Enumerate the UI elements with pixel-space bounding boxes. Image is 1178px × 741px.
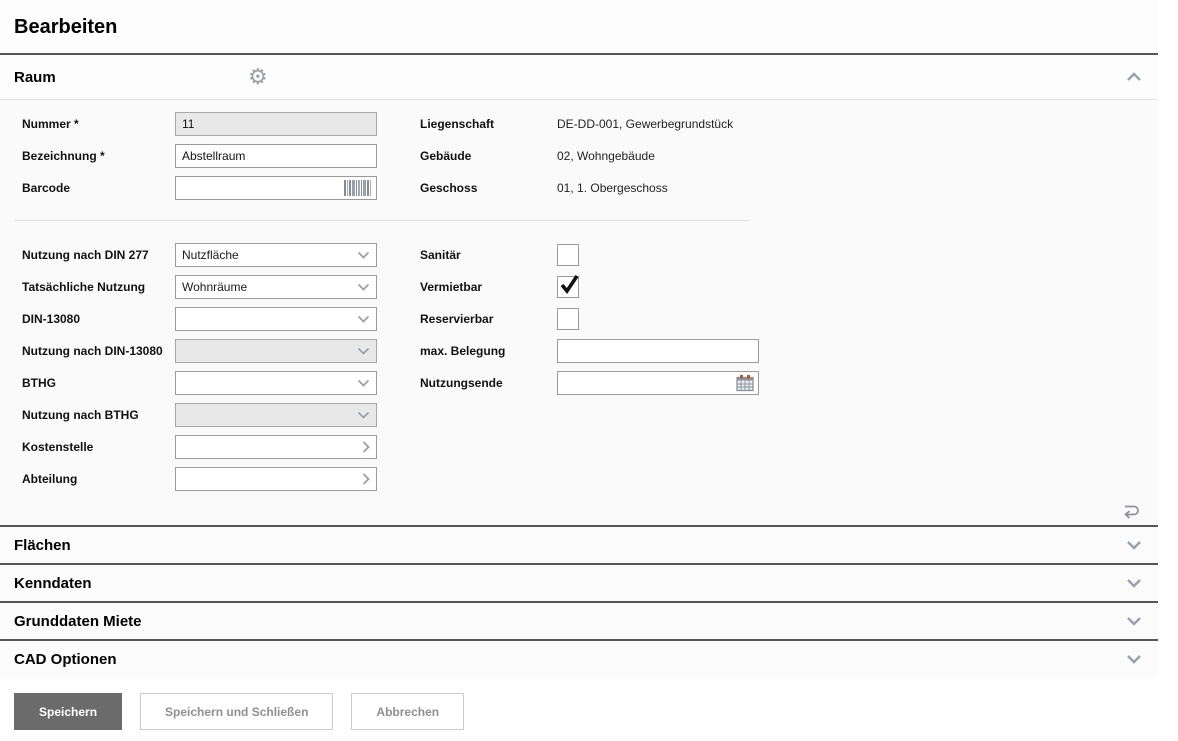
field-label: Sanitär — [420, 248, 557, 262]
barcode-icon — [344, 180, 372, 196]
kostenstelle-input[interactable] — [175, 435, 377, 459]
form-row: max. Belegung — [420, 335, 759, 367]
liegenschaft-value: DE-DD-001, Gewerbegrundstück — [557, 117, 733, 131]
bthg-select[interactable] — [175, 371, 377, 395]
nutzungsende-input[interactable] — [557, 371, 759, 395]
form-row: Bezeichnung * — [22, 140, 420, 172]
page-title: Bearbeiten — [14, 16, 1158, 39]
nutzung-bthg-select — [175, 403, 377, 427]
section-title: Grunddaten Miete — [14, 613, 142, 630]
section-header-grunddaten-miete[interactable]: Grunddaten Miete — [0, 601, 1158, 639]
nutzung-din13080-select — [175, 339, 377, 363]
sanitaer-checkbox[interactable] — [557, 244, 579, 266]
chevron-down-icon — [1126, 654, 1142, 664]
selected-value: Wohnräume — [182, 280, 247, 294]
form-row: BTHG — [22, 367, 420, 399]
field-label: Kostenstelle — [22, 440, 175, 454]
form-row: Nummer * — [22, 108, 420, 140]
form-row: Kostenstelle — [22, 431, 420, 463]
chevron-down-icon — [357, 315, 370, 323]
cancel-button[interactable]: Abbrechen — [351, 693, 464, 730]
chevron-right-icon[interactable] — [362, 441, 370, 454]
form-group-identification: Nummer * Bezeichnung * Barcode — [22, 108, 1158, 204]
form-row: Nutzung nach BTHG — [22, 399, 420, 431]
nutzung-din277-select[interactable]: Nutzfläche — [175, 243, 377, 267]
form-group-usage: Nutzung nach DIN 277 Nutzfläche Tatsächl… — [22, 239, 1158, 495]
section-title: Kenndaten — [14, 575, 92, 592]
undo-changes-button[interactable] — [1120, 502, 1142, 519]
chevron-down-icon — [357, 411, 370, 419]
chevron-up-icon — [1126, 70, 1142, 85]
section-header-cad-optionen[interactable]: CAD Optionen — [0, 639, 1158, 677]
form-row: DIN-13080 — [22, 303, 420, 335]
selected-value: Nutzfläche — [182, 248, 239, 262]
chevron-right-icon[interactable] — [362, 473, 370, 486]
field-label: Liegenschaft — [420, 117, 557, 131]
save-button[interactable]: Speichern — [14, 693, 122, 730]
din13080-select[interactable] — [175, 307, 377, 331]
chevron-down-icon — [1126, 578, 1142, 588]
form-row: Vermietbar — [420, 271, 759, 303]
form-row: Barcode — [22, 172, 420, 204]
abteilung-input[interactable] — [175, 467, 377, 491]
chevron-down-icon — [357, 251, 370, 259]
section-title: Raum — [14, 69, 56, 86]
chevron-down-icon — [357, 379, 370, 387]
gear-icon[interactable]: ⚙ — [248, 66, 268, 88]
field-label: Nutzungsende — [420, 376, 557, 390]
info-row: Gebäude 02, Wohngebäude — [420, 140, 733, 172]
form-row: Sanitär — [420, 239, 759, 271]
form-row: Reservierbar — [420, 303, 759, 335]
section-header-raum: Raum ⚙ — [0, 55, 1158, 99]
field-label: max. Belegung — [420, 344, 557, 358]
edit-panel: Bearbeiten Raum ⚙ Nummer * Bezeichnung * — [0, 0, 1158, 730]
max-belegung-input[interactable] — [557, 339, 759, 363]
field-label: Nutzung nach DIN-13080 — [22, 344, 175, 358]
save-and-close-button[interactable]: Speichern und Schließen — [140, 693, 333, 730]
info-row: Geschoss 01, 1. Obergeschoss — [420, 172, 733, 204]
form-row: Tatsächliche Nutzung Wohnräume — [22, 271, 420, 303]
chevron-down-icon — [1126, 616, 1142, 626]
section-title: Flächen — [14, 537, 71, 554]
field-label: Gebäude — [420, 149, 557, 163]
divider — [14, 220, 750, 221]
field-label: Barcode — [22, 181, 175, 195]
form-row: Nutzungsende — [420, 367, 759, 399]
field-label: DIN-13080 — [22, 312, 175, 326]
form-row: Nutzung nach DIN-13080 — [22, 335, 420, 367]
form-row: Nutzung nach DIN 277 Nutzfläche — [22, 239, 420, 271]
field-label: Nutzung nach BTHG — [22, 408, 175, 422]
bezeichnung-input[interactable] — [175, 144, 377, 168]
page-header: Bearbeiten — [0, 0, 1158, 53]
section-title: CAD Optionen — [14, 651, 117, 668]
gebaeude-value: 02, Wohngebäude — [557, 149, 655, 163]
field-label: Geschoss — [420, 181, 557, 195]
section-header-flaechen[interactable]: Flächen — [0, 525, 1158, 563]
field-label: Nummer * — [22, 117, 175, 131]
vermietbar-checkbox[interactable] — [557, 276, 579, 298]
field-label: Abteilung — [22, 472, 175, 486]
field-label: Reservierbar — [420, 312, 557, 326]
section-header-kenndaten[interactable]: Kenndaten — [0, 563, 1158, 601]
field-label: Nutzung nach DIN 277 — [22, 248, 175, 262]
geschoss-value: 01, 1. Obergeschoss — [557, 181, 668, 195]
field-label: BTHG — [22, 376, 175, 390]
chevron-down-icon — [357, 347, 370, 355]
action-bar: Speichern Speichern und Schließen Abbrec… — [14, 693, 1158, 730]
chevron-down-icon — [1126, 540, 1142, 550]
calendar-icon[interactable] — [736, 375, 754, 392]
field-label: Vermietbar — [420, 280, 557, 294]
section-body-raum: Nummer * Bezeichnung * Barcode — [0, 99, 1158, 525]
field-label: Bezeichnung * — [22, 149, 175, 163]
undo-icon — [1120, 507, 1142, 522]
nummer-input — [175, 112, 377, 136]
collapse-section-button[interactable] — [1126, 72, 1142, 82]
chevron-down-icon — [357, 283, 370, 291]
info-row: Liegenschaft DE-DD-001, Gewerbegrundstüc… — [420, 108, 733, 140]
field-label: Tatsächliche Nutzung — [22, 280, 175, 294]
reservierbar-checkbox[interactable] — [557, 308, 579, 330]
form-row: Abteilung — [22, 463, 420, 495]
tatsaechliche-nutzung-select[interactable]: Wohnräume — [175, 275, 377, 299]
